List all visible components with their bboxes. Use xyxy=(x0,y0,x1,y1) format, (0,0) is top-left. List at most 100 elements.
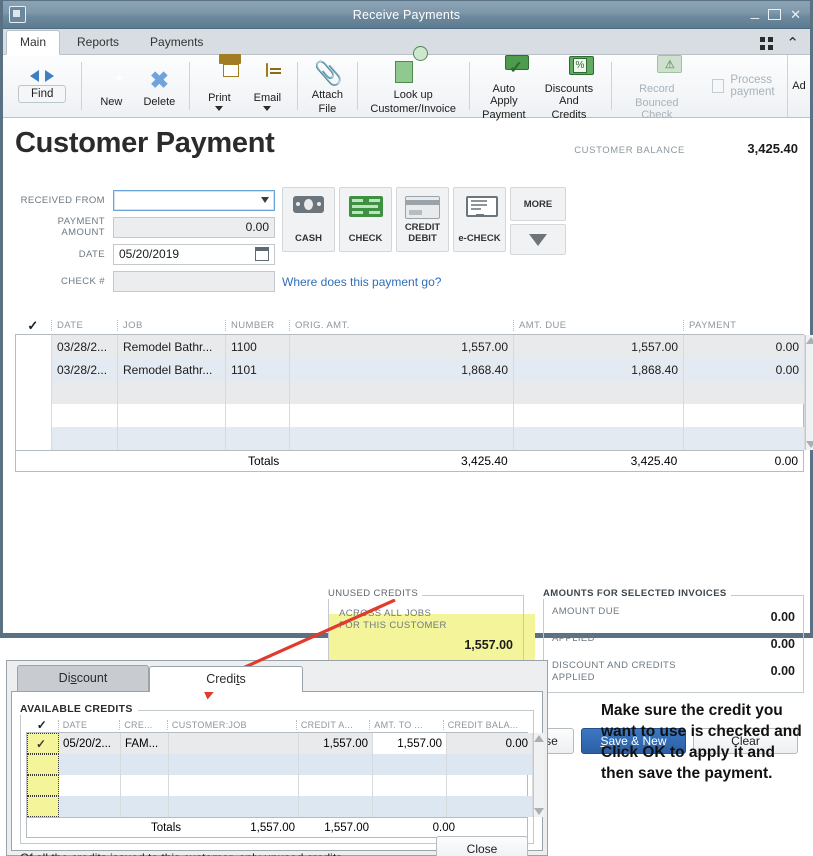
table-row[interactable] xyxy=(16,381,805,404)
tab-reports[interactable]: Reports xyxy=(63,30,133,54)
tab-payments[interactable]: Payments xyxy=(136,30,217,54)
row-number: 1100 xyxy=(226,335,290,358)
chevron-down-icon[interactable] xyxy=(261,197,269,203)
scroll-up-icon[interactable] xyxy=(534,735,544,742)
ccol-customer-job[interactable]: CUSTOMER:JOB xyxy=(167,720,296,730)
payment-method-more-group: MORE xyxy=(510,187,566,255)
ccol-amt-to-use[interactable]: AMT. TO ... xyxy=(369,720,442,730)
payment-method-cash[interactable]: CASH xyxy=(282,187,335,252)
payment-method-echeck[interactable]: e-CHECK xyxy=(453,187,506,252)
date-input[interactable]: 05/20/2019 xyxy=(113,244,275,265)
screenshot-root: Receive Payments _ ✕ Main Reports Paymen… xyxy=(0,0,813,856)
tab-discount[interactable]: Discount xyxy=(17,665,149,691)
customer-balance-value: 3,425.40 xyxy=(747,141,798,156)
where-does-payment-go-link[interactable]: Where does this payment go? xyxy=(282,275,441,289)
payment-method-credit-debit[interactable]: CREDIT DEBIT xyxy=(396,187,449,252)
check-number-input[interactable] xyxy=(113,271,275,292)
credit-row-checkbox[interactable]: ✓ xyxy=(27,733,59,754)
credits-totals-amt-to: 1,557.00 xyxy=(299,822,373,834)
more-dropdown-button[interactable] xyxy=(510,224,566,255)
auto-apply-icon: ✓ xyxy=(491,55,517,81)
col-number[interactable]: NUMBER xyxy=(225,320,289,331)
calendar-icon[interactable] xyxy=(255,247,269,261)
credit-row-amt-to-use[interactable]: 1,557.00 xyxy=(373,733,447,754)
row-checkbox[interactable] xyxy=(16,335,52,358)
table-row[interactable]: 03/28/2... Remodel Bathr... 1101 1,868.4… xyxy=(16,358,805,381)
row-payment[interactable]: 0.00 xyxy=(684,358,805,381)
row-checkbox[interactable] xyxy=(16,358,52,381)
expand-icon[interactable] xyxy=(760,37,773,50)
date-row: DATE 05/20/2019 xyxy=(15,243,275,265)
payment-fields: RECEIVED FROM PAYMENT AMOUNT 0.00 DATE xyxy=(15,189,275,297)
discount-credits-label-2: APPLIED xyxy=(552,672,595,683)
printer-icon xyxy=(206,64,232,90)
col-orig-amt[interactable]: ORIG. AMT. xyxy=(289,320,513,331)
print-dropdown-caret-icon[interactable] xyxy=(215,106,223,111)
ccol-credit-amt[interactable]: CREDIT A... xyxy=(296,720,369,730)
invoice-table-scrollbar[interactable] xyxy=(805,335,813,450)
chevron-up-icon[interactable]: ⌃ xyxy=(786,36,799,51)
table-row[interactable] xyxy=(16,427,805,450)
find-group: Find xyxy=(9,70,75,103)
scroll-down-icon[interactable] xyxy=(534,808,544,815)
row-job: Remodel Bathr... xyxy=(118,335,226,358)
record-bounced-check-button: ⚠ Record Bounced Check xyxy=(617,52,696,121)
process-payment-checkbox[interactable] xyxy=(712,79,724,93)
lookup-customer-invoice-button[interactable]: Look up Customer/Invoice xyxy=(363,58,463,115)
col-payment[interactable]: PAYMENT xyxy=(683,320,804,331)
discounts-and-credits-button[interactable]: % Discounts And Credits xyxy=(533,52,605,121)
auto-apply-payment-button[interactable]: ✓ Auto Apply Payment xyxy=(475,52,533,121)
table-row[interactable] xyxy=(27,796,533,817)
tab-credits[interactable]: Credits xyxy=(149,666,303,692)
col-amt-due[interactable]: AMT. DUE xyxy=(513,320,683,331)
lookup-customer-icon xyxy=(400,61,426,87)
col-date[interactable]: DATE xyxy=(51,320,117,331)
close-button[interactable]: Close xyxy=(436,836,528,856)
ribbon-overflow-edge[interactable]: Ad xyxy=(787,55,810,117)
email-dropdown-caret-icon[interactable] xyxy=(263,106,271,111)
received-from-input[interactable] xyxy=(113,190,275,211)
payment-method-check[interactable]: CHECK xyxy=(339,187,392,252)
more-button[interactable]: MORE xyxy=(510,187,566,221)
credits-table-scrollbar[interactable] xyxy=(533,733,544,817)
scroll-up-icon[interactable] xyxy=(806,337,813,344)
window-title: Receive Payments xyxy=(3,8,810,22)
tab-main[interactable]: Main xyxy=(6,30,60,55)
row-orig-amt: 1,868.40 xyxy=(290,358,514,381)
delete-button-label: Delete xyxy=(143,96,175,108)
table-row[interactable] xyxy=(27,775,533,796)
row-payment[interactable]: 0.00 xyxy=(684,335,805,358)
delete-button[interactable]: ✖ Delete xyxy=(135,65,183,108)
find-button[interactable]: Find xyxy=(18,85,66,103)
check-icon xyxy=(349,196,383,217)
ccol-date[interactable]: DATE xyxy=(58,720,120,730)
ccol-credit-balance[interactable]: CREDIT BALA... xyxy=(443,720,528,730)
ccol-cre[interactable]: CRE... xyxy=(119,720,167,730)
table-row[interactable] xyxy=(16,404,805,427)
col-check: ✓ xyxy=(15,318,51,334)
scroll-down-icon[interactable] xyxy=(806,441,813,448)
table-row[interactable] xyxy=(27,754,533,775)
new-button[interactable]: New xyxy=(87,65,135,108)
previous-arrow-icon[interactable] xyxy=(30,70,39,82)
invoice-table: ✓ DATE JOB NUMBER ORIG. AMT. AMT. DUE PA… xyxy=(15,317,804,472)
row-job: Remodel Bathr... xyxy=(118,358,226,381)
attach-file-button[interactable]: 📎 Attach File xyxy=(303,58,351,115)
next-arrow-icon[interactable] xyxy=(45,70,54,82)
print-button[interactable]: Print xyxy=(195,61,243,111)
attach-file-label-1: Attach xyxy=(312,89,343,101)
table-row[interactable]: 03/28/2... Remodel Bathr... 1100 1,557.0… xyxy=(16,335,805,358)
email-button[interactable]: Email xyxy=(243,61,291,111)
table-row[interactable]: ✓ 05/20/2... FAM... 1,557.00 1,557.00 0.… xyxy=(27,733,533,754)
email-button-label: Email xyxy=(254,92,282,104)
new-document-icon xyxy=(98,68,124,94)
delete-x-icon: ✖ xyxy=(146,68,172,94)
minimize-icon[interactable]: _ xyxy=(751,4,759,19)
col-job[interactable]: JOB xyxy=(117,320,225,331)
ribbon-group-attach: 📎 Attach File xyxy=(297,55,357,117)
totals-payment: 0.00 xyxy=(682,454,803,468)
payment-amount-input[interactable]: 0.00 xyxy=(113,217,275,238)
envelope-icon xyxy=(254,64,280,90)
totals-orig-amt: 3,425.40 xyxy=(289,454,512,468)
amounts-selected-invoices-panel: AMOUNTS FOR SELECTED INVOICES AMOUNT DUE… xyxy=(543,583,804,693)
